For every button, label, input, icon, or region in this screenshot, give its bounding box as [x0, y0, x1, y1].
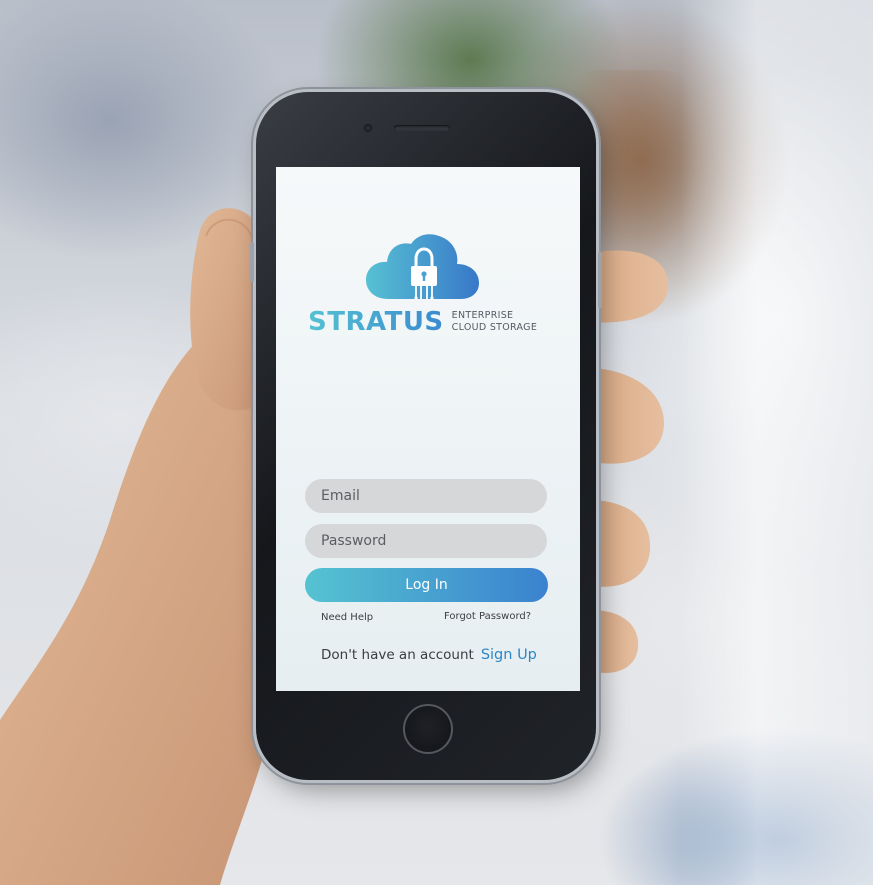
- login-button[interactable]: Log In: [305, 568, 548, 602]
- need-help-link[interactable]: Need Help: [321, 612, 373, 623]
- volume-button: [250, 242, 254, 282]
- tagline-line-2: CLOUD STORAGE: [451, 322, 538, 333]
- earpiece-speaker: [394, 125, 450, 131]
- smartphone: STRATUS ENTERPRISE CLOUD STORAGE Log In …: [250, 92, 602, 780]
- power-button: [598, 252, 602, 308]
- signup-row: Don't have an account Sign Up: [321, 647, 551, 663]
- brand-tagline: ENTERPRISE CLOUD STORAGE: [452, 310, 537, 334]
- email-field[interactable]: [321, 488, 531, 504]
- tagline-line-1: ENTERPRISE: [451, 310, 514, 321]
- brand-lockup: STRATUS ENTERPRISE CLOUD STORAGE: [308, 309, 537, 335]
- password-field[interactable]: [321, 533, 531, 549]
- forgot-password-link[interactable]: Forgot Password?: [444, 611, 531, 622]
- home-button[interactable]: [403, 704, 453, 754]
- login-screen: STRATUS ENTERPRISE CLOUD STORAGE Log In …: [276, 167, 580, 691]
- cloud-lock-icon: [366, 234, 479, 300]
- front-camera: [364, 124, 372, 132]
- brand-name: STRATUS: [308, 307, 444, 337]
- email-field-container: [305, 479, 547, 513]
- password-field-container: [305, 524, 547, 558]
- no-account-text: Don't have an account: [321, 647, 474, 663]
- signup-link[interactable]: Sign Up: [481, 647, 537, 663]
- background-window: [680, 0, 873, 885]
